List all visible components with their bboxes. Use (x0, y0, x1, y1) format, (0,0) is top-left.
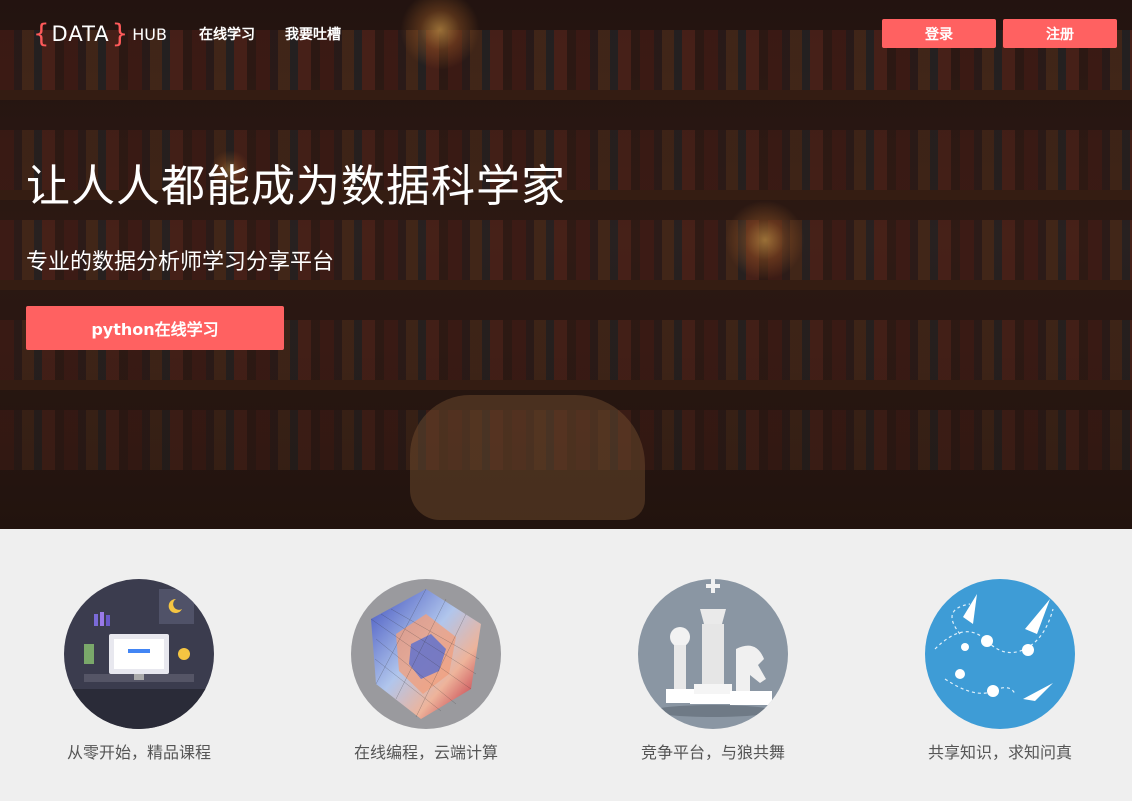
python-learning-button[interactable]: python在线学习 (26, 306, 284, 350)
feature-label: 竞争平台，与狼共舞 (640, 743, 785, 762)
login-button[interactable]: 登录 (882, 19, 996, 48)
features-section: 从零开始，精品课程 在线编程，云端计算 竞争平台，与狼共舞 共享知识，求知问真 (0, 529, 1132, 801)
workspace-illustration-icon (64, 579, 214, 729)
register-button[interactable]: 注册 (1003, 19, 1117, 48)
hero-subtitle: 专业的数据分析师学习分享平台 (26, 250, 335, 275)
feature-label: 从零开始，精品课程 (66, 743, 211, 762)
paper-planes-icon (925, 579, 1075, 729)
datahub-logo[interactable]: { DATA } HUB (33, 20, 167, 48)
feature-competition[interactable]: 竞争平台，与狼共舞 (593, 579, 833, 763)
nav-feedback[interactable]: 我要吐槽 (285, 24, 341, 44)
top-navigation-bar: { DATA } HUB 在线学习 我要吐槽 登录 注册 (0, 0, 1132, 68)
logo-data-text: DATA (51, 22, 110, 46)
3d-surface-plot-icon (351, 579, 501, 729)
feature-label: 在线编程，云端计算 (353, 743, 498, 762)
logo-hub-text: HUB (132, 24, 167, 44)
nav-online-learning[interactable]: 在线学习 (199, 24, 255, 44)
feature-label: 共享知识，求知问真 (927, 743, 1072, 762)
feature-courses[interactable]: 从零开始，精品课程 (19, 579, 259, 763)
feature-coding[interactable]: 在线编程，云端计算 (306, 579, 546, 763)
feature-sharing[interactable]: 共享知识，求知问真 (880, 579, 1120, 763)
logo-close-brace: } (111, 19, 129, 49)
logo-open-brace: { (33, 19, 50, 49)
chess-pieces-icon (638, 579, 788, 729)
hero-title: 让人人都能成为数据科学家 (26, 161, 566, 212)
hero-banner: { DATA } HUB 在线学习 我要吐槽 登录 注册 让人人都能成为数据科学… (0, 0, 1132, 529)
